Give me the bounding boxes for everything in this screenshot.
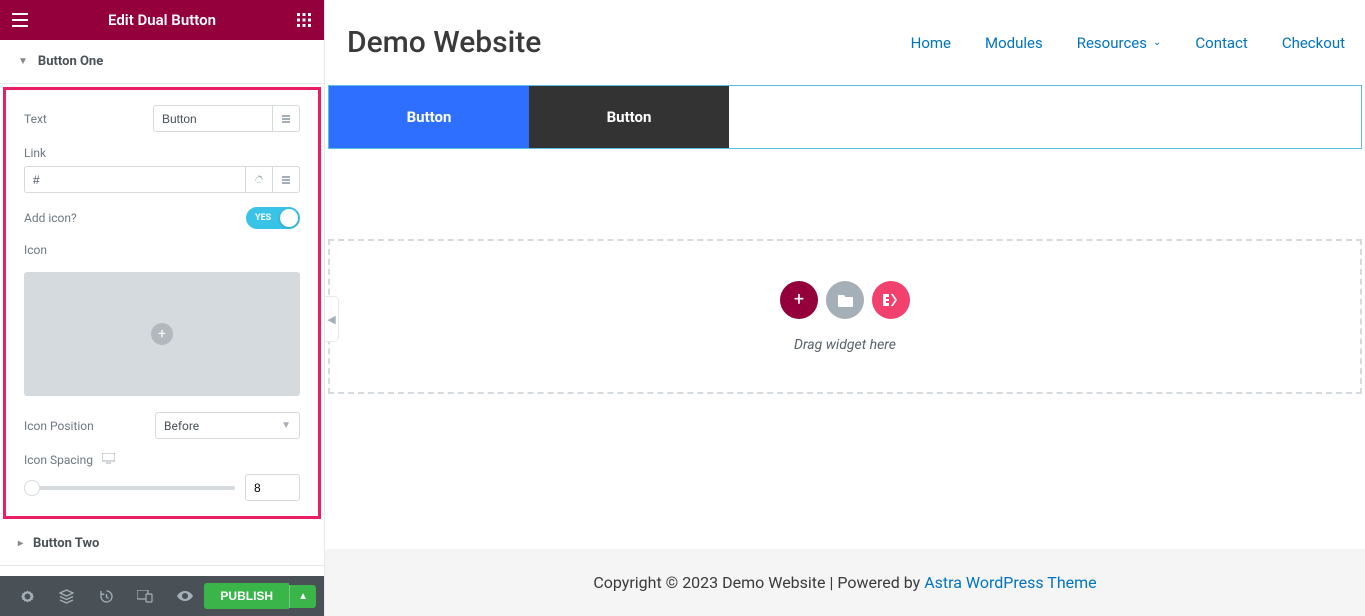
site-header: Demo Website Home Modules Resources ⌄ Co… — [325, 0, 1365, 85]
drop-zone[interactable]: + Drag widget here — [328, 239, 1362, 394]
accordion-label: Button One — [38, 54, 103, 69]
nav-home[interactable]: Home — [911, 34, 951, 52]
panel-header: Edit Dual Button — [0, 0, 324, 40]
elementskit-icon[interactable] — [872, 281, 910, 319]
icon-position-label: Icon Position — [24, 419, 94, 433]
desktop-icon[interactable] — [102, 454, 115, 467]
panel-body: ▼ Button One Text Link — [0, 40, 324, 576]
toggle-yes-label: YES — [255, 213, 271, 223]
publish-options-button[interactable]: ▲ — [289, 585, 316, 608]
site-footer: Copyright © 2023 Demo Website | Powered … — [325, 549, 1365, 616]
chevron-down-icon: ▼ — [281, 420, 291, 431]
preview-area: Demo Website Home Modules Resources ⌄ Co… — [325, 0, 1365, 616]
nav-checkout[interactable]: Checkout — [1282, 34, 1345, 52]
icon-spacing-input[interactable] — [245, 474, 300, 501]
history-icon[interactable] — [87, 576, 126, 616]
drop-hint: Drag widget here — [794, 337, 896, 353]
site-title: Demo Website — [347, 25, 541, 60]
editor-panel: Edit Dual Button ▼ Button One Text — [0, 0, 325, 616]
add-icon-toggle[interactable]: YES — [246, 207, 300, 229]
icon-picker[interactable]: + — [24, 272, 300, 396]
navigator-icon[interactable] — [47, 576, 86, 616]
icon-label: Icon — [24, 243, 47, 257]
dynamic-tags-link-icon[interactable] — [273, 166, 300, 193]
site-nav: Home Modules Resources ⌄ Contact Checkou… — [911, 34, 1345, 52]
toggle-knob — [280, 209, 298, 227]
button-two[interactable]: Button — [529, 86, 729, 148]
responsive-mode-icon[interactable] — [126, 576, 165, 616]
grid-icon[interactable] — [294, 10, 314, 30]
accordion-button-two[interactable]: ▸ Button Two — [0, 522, 324, 566]
icon-spacing-label: Icon Spacing — [24, 453, 93, 467]
chevron-right-icon: ▸ — [18, 538, 23, 549]
section-body: Text Link — [3, 87, 321, 519]
publish-button[interactable]: PUBLISH — [204, 583, 289, 609]
nav-contact[interactable]: Contact — [1195, 34, 1247, 52]
slider-thumb[interactable] — [24, 480, 40, 496]
settings-icon[interactable] — [8, 576, 47, 616]
dynamic-tags-icon[interactable] — [273, 105, 300, 132]
panel-footer: PUBLISH ▲ — [0, 576, 324, 616]
hamburger-icon[interactable] — [10, 10, 30, 30]
panel-title: Edit Dual Button — [30, 11, 294, 29]
add-section-icon[interactable]: + — [780, 281, 818, 319]
select-value: Before — [164, 419, 199, 433]
link-settings-icon[interactable] — [246, 166, 273, 193]
dual-button-widget[interactable]: Button Button — [328, 85, 1362, 149]
nav-label: Resources — [1077, 34, 1147, 52]
nav-resources[interactable]: Resources ⌄ — [1077, 34, 1162, 52]
chevron-down-icon: ⌄ — [1153, 37, 1161, 48]
footer-text: Copyright © 2023 Demo Website | Powered … — [593, 573, 924, 592]
accordion-label: Button Two — [33, 536, 99, 551]
link-label: Link — [24, 146, 300, 160]
nav-modules[interactable]: Modules — [985, 34, 1043, 52]
accordion-button-one[interactable]: ▼ Button One — [0, 40, 324, 84]
panel-collapse-handle[interactable]: ◀ — [325, 296, 339, 342]
link-input[interactable] — [24, 166, 246, 193]
icon-position-select[interactable]: Before ▼ — [155, 412, 300, 439]
button-text-input[interactable] — [153, 105, 273, 132]
button-one[interactable]: Button — [329, 86, 529, 148]
icon-spacing-slider[interactable] — [24, 486, 235, 490]
preview-icon[interactable] — [165, 576, 204, 616]
add-icon-plus: + — [151, 323, 173, 345]
template-library-icon[interactable] — [826, 281, 864, 319]
footer-theme-link[interactable]: Astra WordPress Theme — [924, 573, 1096, 592]
text-label: Text — [24, 112, 47, 126]
add-icon-label: Add icon? — [24, 211, 77, 225]
chevron-down-icon: ▼ — [18, 56, 28, 67]
